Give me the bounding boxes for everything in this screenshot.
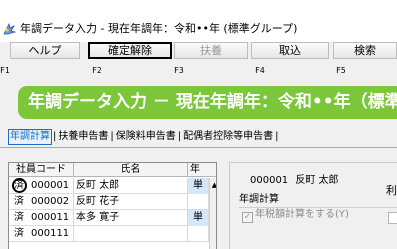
- name-cell: 反町 花子: [74, 194, 188, 210]
- column-header-year[interactable]: 年: [188, 163, 216, 177]
- column-header-code[interactable]: 社員コード: [9, 163, 74, 177]
- status-badge: 済: [14, 212, 24, 223]
- dependents-button[interactable]: 扶養: [174, 42, 248, 59]
- import-button[interactable]: 取込: [251, 42, 329, 59]
- window-title: 年調データ入力 - 現在年調年：令和••年 (標準グループ): [20, 22, 298, 35]
- code-cell: 000011: [29, 210, 74, 226]
- function-key-labels: F1 F2 F3 F4 F5: [0, 65, 397, 77]
- unconfirm-button[interactable]: 確定解除: [88, 42, 172, 59]
- year-cell: 単: [188, 210, 209, 226]
- table-row[interactable]: 済 000111: [9, 226, 216, 242]
- tab-dependents-declaration[interactable]: 扶養申告書: [57, 130, 109, 144]
- scroll-up-icon[interactable]: ▲: [210, 180, 216, 190]
- tab-year-end-calc[interactable]: 年調計算: [8, 129, 52, 145]
- column-header-name[interactable]: 氏名: [74, 163, 188, 177]
- status-cell: 済: [9, 178, 29, 194]
- list-header: 社員コード 氏名 年: [9, 163, 216, 177]
- status-badge: 済: [14, 228, 24, 239]
- fkey-label: F3: [174, 66, 184, 75]
- tab-insurance-declaration[interactable]: 保険料申告書: [115, 130, 177, 144]
- page-title: 年調データ入力 － 現在年調年：令和••年（標準: [28, 92, 397, 112]
- code-cell: 000001: [29, 178, 74, 194]
- side-label: 利: [386, 184, 397, 197]
- divider: [0, 147, 397, 148]
- name-cell: 本多 寛子: [74, 210, 188, 226]
- code-cell: 000111: [29, 226, 74, 242]
- page-banner: 年調データ入力 － 現在年調年：令和••年（標準: [18, 86, 397, 119]
- title-bar: 年調データ入力 - 現在年調年：令和••年 (標準グループ): [0, 0, 397, 42]
- table-row[interactable]: 済 000001 反町 太郎 単: [9, 178, 216, 194]
- status-badge: 済: [14, 196, 24, 207]
- status-badge: 済: [11, 178, 27, 193]
- name-cell: [74, 226, 188, 242]
- table-row[interactable]: 済 000002 反町 花子: [9, 194, 216, 210]
- search-button[interactable]: 検索: [333, 42, 397, 59]
- table-row[interactable]: 済 000011 本多 寛子 単: [9, 210, 216, 226]
- fkey-label: F4: [255, 66, 265, 75]
- year-cell: [188, 226, 209, 242]
- fkey-label: F2: [92, 66, 102, 75]
- tab-spouse-deduction-declaration[interactable]: 配偶者控除等申告書: [182, 130, 274, 144]
- tab-separator: |: [275, 131, 279, 142]
- fkey-label: F1: [0, 66, 10, 75]
- toolbar: ヘルプ 確定解除 扶養 取込 検索: [0, 42, 397, 60]
- checkbox-label: 年税額計算をする(Y): [255, 209, 349, 220]
- selected-employee-name: 反町 太郎: [295, 175, 339, 186]
- help-button[interactable]: ヘルプ: [10, 42, 80, 59]
- year-cell: [188, 194, 209, 210]
- list-scrollbar[interactable]: ▲: [209, 178, 216, 249]
- selected-employee: 000001 反町 太郎: [250, 174, 339, 187]
- code-cell: 000002: [29, 194, 74, 210]
- name-cell: 反町 太郎: [74, 178, 188, 194]
- group-label: 年調計算: [239, 194, 279, 205]
- employee-list[interactable]: 社員コード 氏名 年 済 000001 反町 太郎 単 済 000002 反町 …: [8, 162, 217, 249]
- calc-tax-checkbox[interactable]: ✓ 年税額計算をする(Y): [242, 208, 349, 223]
- checkbox-icon[interactable]: ✓: [242, 212, 253, 223]
- selected-employee-code: 000001: [250, 175, 289, 186]
- app-icon: [3, 22, 16, 35]
- tab-strip: 年調計算 | 扶養申告書 | 保険料申告書 | 配偶者控除等申告書 |: [8, 129, 280, 145]
- side-input[interactable]: [388, 212, 397, 224]
- year-cell: 単: [188, 178, 209, 194]
- fkey-label: F5: [336, 66, 346, 75]
